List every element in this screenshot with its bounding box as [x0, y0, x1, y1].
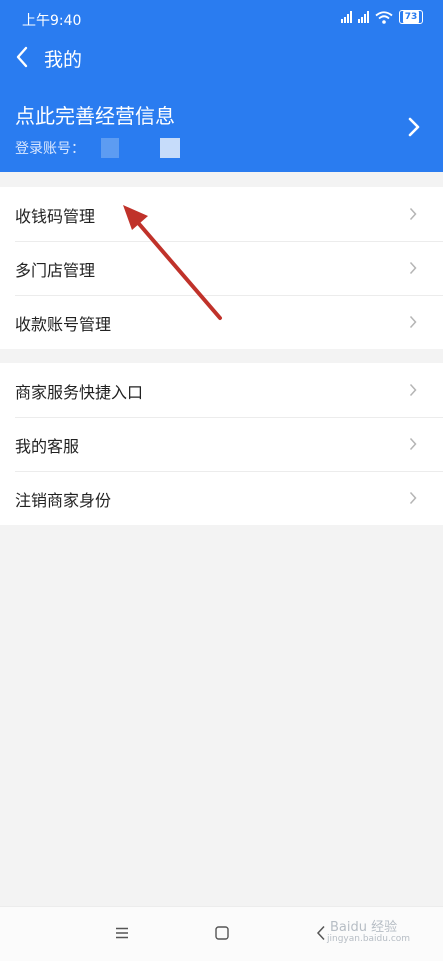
- menu-item-qr-management[interactable]: 收钱码管理: [0, 187, 443, 241]
- menu-icon[interactable]: [115, 927, 129, 939]
- status-time: 上午9:40: [22, 13, 82, 29]
- menu-item-label: 收款账号管理: [15, 315, 112, 334]
- chevron-right-icon: [408, 117, 420, 137]
- battery-icon: 73: [399, 10, 423, 24]
- profile-card[interactable]: 点此完善经营信息 登录账号：: [0, 90, 443, 168]
- signal-icon-2: [358, 11, 369, 23]
- menu-item-receiving-account[interactable]: 收款账号管理: [0, 295, 443, 349]
- menu-item-label: 我的客服: [15, 437, 80, 456]
- menu-group-1: 收钱码管理 多门店管理 收款账号管理: [0, 187, 443, 349]
- chevron-right-icon: [409, 383, 417, 397]
- redacted-account-mask: [101, 138, 119, 158]
- menu-item-label: 收钱码管理: [15, 207, 96, 226]
- menu-item-service-shortcut[interactable]: 商家服务快捷入口: [0, 363, 443, 417]
- redacted-account-mask: [160, 138, 180, 158]
- status-bar: 上午9:40 73: [0, 0, 443, 34]
- chevron-right-icon: [409, 261, 417, 275]
- watermark-brand: Baidu 经验: [330, 920, 398, 935]
- watermark-url: jingyan.baidu.com: [327, 934, 411, 944]
- menu-item-label: 商家服务快捷入口: [15, 383, 144, 402]
- chevron-right-icon: [409, 437, 417, 451]
- menu-item-label: 多门店管理: [15, 261, 96, 280]
- chevron-right-icon: [409, 491, 417, 505]
- menu-item-label: 注销商家身份: [15, 491, 112, 510]
- account-label: 登录账号：: [15, 141, 85, 157]
- nav-bar: 我的: [0, 34, 443, 80]
- home-square-icon[interactable]: [215, 926, 229, 940]
- battery-level: 73: [402, 11, 420, 23]
- back-icon[interactable]: [12, 44, 34, 70]
- menu-item-multi-store[interactable]: 多门店管理: [0, 241, 443, 295]
- menu-item-customer-service[interactable]: 我的客服: [0, 417, 443, 471]
- chevron-right-icon: [409, 207, 417, 221]
- signal-icon: [341, 11, 352, 23]
- profile-title: 点此完善经营信息: [15, 104, 175, 128]
- back-triangle-icon[interactable]: [316, 925, 326, 941]
- page-title: 我的: [44, 49, 83, 71]
- menu-group-2: 商家服务快捷入口 我的客服 注销商家身份: [0, 363, 443, 525]
- wifi-icon: [375, 10, 393, 24]
- menu-item-cancel-merchant[interactable]: 注销商家身份: [0, 471, 443, 525]
- status-icons: 73: [341, 10, 423, 24]
- chevron-right-icon: [409, 315, 417, 329]
